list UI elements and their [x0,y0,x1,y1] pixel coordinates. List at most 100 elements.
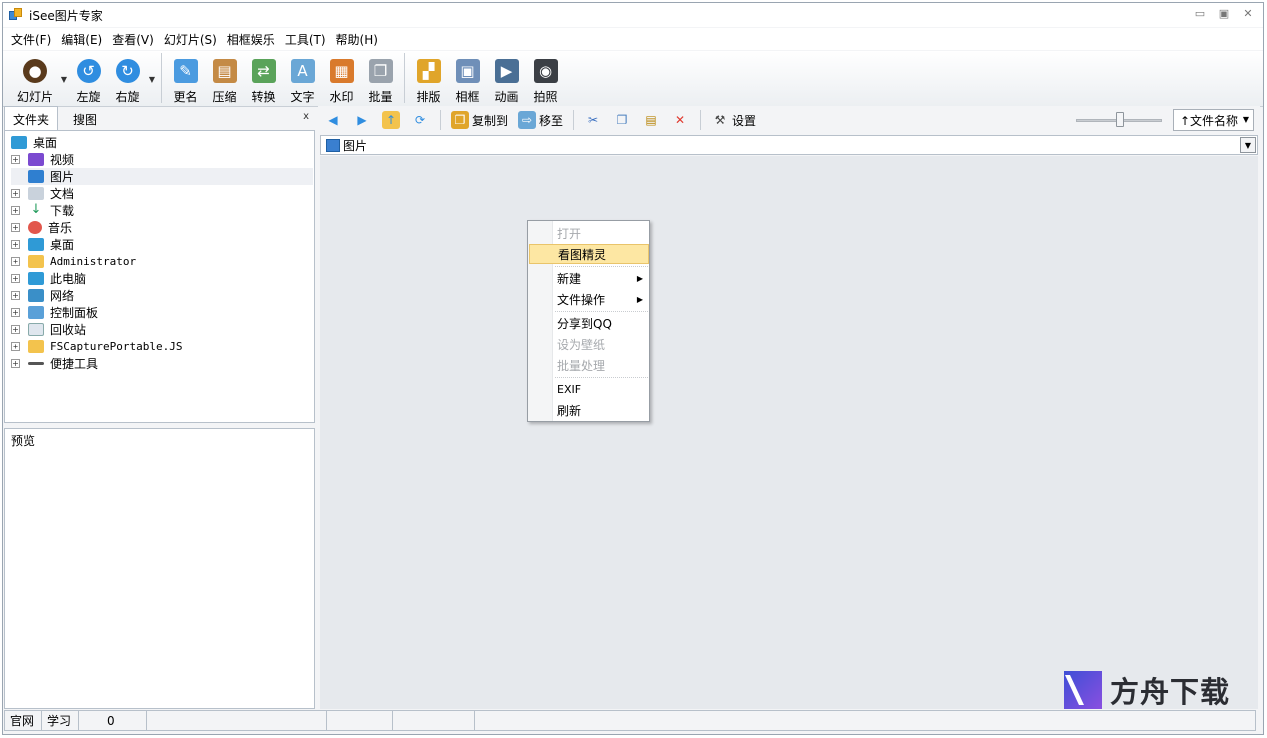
status-cell [146,710,327,731]
expand-icon[interactable]: + [11,325,20,334]
preview-label: 预览 [11,434,36,448]
tree-item-administrator[interactable]: + Administrator [11,253,136,270]
expand-icon[interactable]: + [11,206,20,215]
rotate-right-icon: ↻ [115,59,140,83]
panel-close-icon[interactable]: x [303,111,309,122]
maximize-icon[interactable]: ▣ [1217,7,1231,20]
expand-icon[interactable]: + [11,291,20,300]
tree-item-documents[interactable]: + 文档 [11,185,74,202]
submenu-arrow-icon: ▶ [636,273,643,283]
tree-item-desktop-root[interactable]: 桌面 [11,134,57,151]
preview-panel: 预览 [4,428,315,709]
layout-button[interactable]: ▞ 排版 [409,51,448,105]
expand-icon[interactable]: + [11,189,20,198]
menu-slideshow[interactable]: 幻灯片(S) [164,31,217,48]
menu-item-refresh[interactable]: 刷新 [529,400,649,420]
rotate-dropdown-icon[interactable]: ▼ [147,51,157,105]
forward-arrow-icon[interactable]: ▶ [353,111,371,129]
tree-item-pictures[interactable]: 图片 [11,168,313,185]
frame-button[interactable]: ▣ 相框 [448,51,487,105]
batch-button[interactable]: ❐ 批量 [361,51,400,105]
expand-icon[interactable]: + [11,240,20,249]
settings-button[interactable]: ⚒ 设置 [711,111,756,129]
sort-select[interactable]: ↑文件名称 ▼ [1173,109,1254,131]
rotate-right-button[interactable]: ↻ 右旋 [108,51,147,105]
expand-icon[interactable]: + [11,155,20,164]
delete-icon[interactable]: ✕ [671,111,689,129]
video-icon [28,153,44,166]
toolbar-separator [700,110,702,130]
expand-icon[interactable]: + [11,359,20,368]
tab-search[interactable]: 搜图 [58,106,106,130]
menu-item-new[interactable]: 新建 ▶ [529,268,649,288]
zoom-slider-thumb[interactable] [1116,112,1124,127]
menu-item-file-ops[interactable]: 文件操作 ▶ [529,289,649,309]
path-dropdown-icon[interactable]: ▼ [1240,137,1256,153]
status-cell [392,710,475,731]
tree-item-downloads[interactable]: + ↓ 下载 [11,202,74,219]
up-folder-icon[interactable]: ↑ [382,111,400,129]
chevron-down-icon: ▼ [1242,115,1249,124]
menu-item-open[interactable]: 打开 [529,223,649,243]
path-bar[interactable]: 图片 ▼ [320,135,1258,155]
status-cell [326,710,393,731]
menu-help[interactable]: 帮助(H) [336,31,378,48]
tree-item-fscapture[interactable]: + FSCapturePortable.JS [11,338,182,355]
menu-item-share-qq[interactable]: 分享到QQ [529,313,649,333]
status-website-link[interactable]: 官网 [4,710,42,731]
text-button[interactable]: A 文字 [283,51,322,105]
convert-button[interactable]: ⇄ 转换 [244,51,283,105]
menu-frame-fun[interactable]: 相框娱乐 [227,31,275,48]
menu-view[interactable]: 查看(V) [112,31,154,48]
rename-button[interactable]: ✎ 更名 [166,51,205,105]
menu-item-exif[interactable]: EXIF [529,379,649,399]
menu-item-batch-process[interactable]: 批量处理 [529,355,649,375]
menu-edit[interactable]: 编辑(E) [61,31,102,48]
tree-item-videos[interactable]: + 视频 [11,151,74,168]
tree-item-quick-tools[interactable]: + 便捷工具 [11,355,98,372]
expand-icon[interactable]: + [11,308,20,317]
close-icon[interactable]: ✕ [1241,7,1255,20]
minimize-icon[interactable]: ▭ [1193,7,1207,20]
compress-button[interactable]: ▤ 压缩 [205,51,244,105]
toolbar-separator [440,110,441,130]
current-path: 图片 [343,138,368,153]
animation-button[interactable]: ▶ 动画 [487,51,526,105]
sync-icon[interactable]: ⟳ [411,111,429,129]
menu-tools[interactable]: 工具(T) [285,31,326,48]
copy-icon[interactable]: ❐ [613,111,631,129]
copy-to-button[interactable]: ❐ 复制到 [451,111,508,129]
expand-icon[interactable]: + [11,223,20,232]
tree-item-recycle-bin[interactable]: + 回收站 [11,321,86,338]
slideshow-dropdown-icon[interactable]: ▼ [59,51,69,105]
camera-icon: ◉ [533,59,558,83]
cut-icon[interactable]: ✂ [584,111,602,129]
slideshow-button[interactable]: ● 幻灯片 [11,51,59,105]
tree-item-control-panel[interactable]: + 控制面板 [11,304,98,321]
menu-item-viewer[interactable]: 看图精灵 [529,244,649,264]
status-learn-link[interactable]: 学习 [41,710,79,731]
app-icon [9,8,23,22]
expand-icon[interactable]: + [11,274,20,283]
photo-button[interactable]: ◉ 拍照 [526,51,565,105]
menu-separator [555,266,648,267]
desktop-icon [11,136,27,149]
tree-item-music[interactable]: + 音乐 [11,219,72,236]
tree-item-network[interactable]: + 网络 [11,287,74,304]
move-to-button[interactable]: ⇨ 移至 [518,111,563,129]
tree-item-desktop[interactable]: + 桌面 [11,236,74,253]
menu-file[interactable]: 文件(F) [11,31,51,48]
tab-folders[interactable]: 文件夹 [4,106,59,130]
thumbnail-area[interactable] [320,156,1258,709]
rotate-left-button[interactable]: ↺ 左旋 [69,51,108,105]
tools-icon [28,362,44,365]
expand-icon[interactable]: + [11,342,20,351]
paste-icon[interactable]: ▤ [642,111,660,129]
watermark-button[interactable]: ▦ 水印 [322,51,361,105]
watermark-logo-icon [1064,671,1102,709]
download-icon: ↓ [28,203,44,217]
menu-item-set-wallpaper[interactable]: 设为壁纸 [529,334,649,354]
expand-icon[interactable]: + [11,257,20,266]
back-arrow-icon[interactable]: ◀ [324,111,342,129]
tree-item-this-pc[interactable]: + 此电脑 [11,270,86,287]
